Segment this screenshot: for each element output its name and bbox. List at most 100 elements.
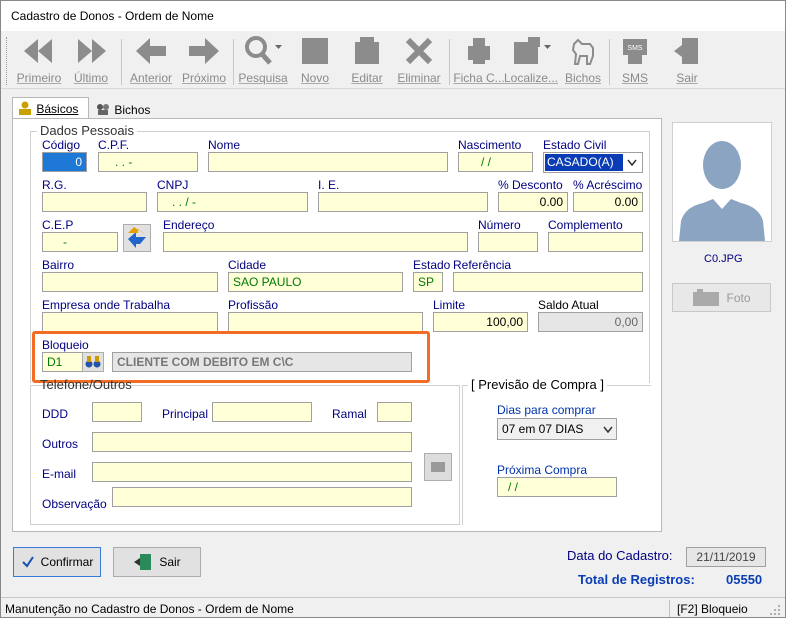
exit-form-button[interactable]: Sair: [113, 547, 201, 577]
exit-button[interactable]: Sair: [659, 33, 715, 89]
dog-icon: [571, 38, 594, 65]
estado-field[interactable]: SP: [413, 272, 443, 292]
delete-x-icon: [405, 37, 433, 65]
estado-civil-select[interactable]: CASADO(A): [543, 152, 643, 173]
outros-field[interactable]: [92, 432, 412, 452]
numero-field[interactable]: [478, 232, 538, 252]
previous-record-button[interactable]: Anterior: [123, 33, 179, 89]
empresa-field[interactable]: [42, 312, 218, 332]
svg-text:SMS: SMS: [627, 45, 643, 52]
ramal-field[interactable]: [377, 402, 412, 422]
acrescimo-field[interactable]: 0.00: [573, 192, 643, 212]
total-registros-value: 05550: [726, 572, 763, 587]
referencia-field[interactable]: [453, 272, 643, 292]
ddd-field[interactable]: [92, 402, 142, 422]
window-title: Cadastro de Donos - Ordem de Nome: [11, 9, 214, 23]
complemento-field[interactable]: [548, 232, 643, 252]
rg-label: R.G.: [42, 178, 67, 192]
profissao-field[interactable]: [228, 312, 423, 332]
toolbar-separator: [449, 39, 450, 85]
cidade-field[interactable]: SAO PAULO: [228, 272, 403, 292]
arrow-left-icon: [136, 38, 166, 64]
data-cadastro-label: Data do Cadastro:: [567, 548, 673, 563]
user-icon: [19, 101, 31, 115]
dias-value: 07 em 07 DIAS: [502, 422, 584, 436]
saldo-field: 0,00: [538, 312, 643, 332]
email-label: E-mail: [42, 467, 77, 481]
ddd-label: DDD: [42, 407, 68, 421]
exit-door-icon: [674, 38, 698, 64]
tab-basicos[interactable]: Básicos: [12, 97, 89, 119]
first-icon: [24, 39, 52, 63]
dias-select[interactable]: 07 em 07 DIAS: [497, 418, 617, 440]
photo-button[interactable]: Foto: [672, 283, 771, 312]
proxima-compra-field[interactable]: / /: [497, 477, 617, 497]
toolbar-separator: [233, 39, 234, 85]
cnpj-field[interactable]: . . / -: [157, 192, 308, 212]
outros-label: Outros: [42, 437, 79, 451]
nascimento-label: Nascimento: [458, 138, 522, 152]
cep-lookup-button[interactable]: [123, 224, 151, 252]
new-record-button[interactable]: Novo: [287, 33, 343, 89]
next-record-button[interactable]: Próximo: [176, 33, 232, 89]
cnpj-label: CNPJ: [157, 178, 189, 192]
locate-icon: [514, 37, 551, 64]
exit-door-icon: [134, 554, 152, 570]
endereco-label: Endereço: [163, 218, 215, 232]
delete-record-button[interactable]: Eliminar: [391, 33, 447, 89]
previsao-title: [ Previsão de Compra ]: [468, 377, 607, 392]
rg-field[interactable]: [42, 192, 147, 212]
pet-icon: [97, 104, 109, 115]
limite-field[interactable]: 100,00: [433, 312, 528, 332]
estado-label: Estado: [413, 258, 451, 272]
cpf-field[interactable]: . . -: [98, 152, 198, 172]
edit-record-button[interactable]: Editar: [339, 33, 395, 89]
photo-frame: [672, 122, 772, 242]
bairro-label: Bairro: [42, 258, 75, 272]
data-cadastro-field: 21/11/2019: [686, 547, 766, 567]
nascimento-field[interactable]: / /: [458, 152, 533, 172]
proxima-compra-label: Próxima Compra: [497, 463, 588, 477]
toolbar: Primeiro Último Anterior Próximo Pesquis…: [1, 31, 785, 89]
pets-button[interactable]: Bichos: [555, 33, 611, 89]
toolbar-separator: [121, 39, 122, 85]
last-icon: [78, 39, 106, 63]
title-bar: Cadastro de Donos - Ordem de Nome: [1, 1, 785, 31]
resize-grip-icon[interactable]: [769, 604, 781, 616]
first-record-button[interactable]: Primeiro: [11, 33, 67, 89]
nome-label: Nome: [208, 138, 241, 152]
codigo-field[interactable]: 0: [42, 152, 87, 172]
status-divider: [669, 600, 670, 617]
status-bar: Manutenção no Cadastro de Donos - Ordem …: [1, 597, 785, 617]
total-registros-label: Total de Registros:: [578, 572, 695, 587]
principal-field[interactable]: [212, 402, 312, 422]
ie-field[interactable]: [318, 192, 488, 212]
sms-button[interactable]: SMS SMS: [607, 33, 663, 89]
nome-field[interactable]: [208, 152, 448, 172]
email-send-button[interactable]: [424, 453, 452, 481]
cpf-label: C.P.F.: [98, 138, 130, 152]
endereco-field[interactable]: [163, 232, 468, 252]
chevron-down-icon: [603, 426, 613, 434]
new-icon: [302, 38, 328, 64]
codigo-label: Código: [42, 138, 81, 152]
numero-label: Número: [478, 218, 521, 232]
desconto-field[interactable]: 0.00: [498, 192, 568, 212]
observacao-field[interactable]: [112, 487, 412, 507]
bloqueio-highlight: [32, 331, 430, 383]
last-record-button[interactable]: Último: [63, 33, 119, 89]
cep-field[interactable]: -: [42, 232, 118, 252]
bairro-field[interactable]: [42, 272, 218, 292]
search-button[interactable]: Pesquisa: [235, 33, 291, 89]
magnifier-icon: [245, 36, 282, 65]
main-window: Cadastro de Donos - Ordem de Nome Primei…: [0, 0, 786, 618]
localize-button[interactable]: Localize...: [503, 33, 559, 89]
telefone-title: Telefone/Outros: [40, 377, 132, 392]
avatar-placeholder-icon: [679, 141, 765, 241]
ficha-button[interactable]: Ficha C...: [451, 33, 507, 89]
estado-civil-value: CASADO(A): [545, 154, 623, 171]
confirm-button[interactable]: Confirmar: [13, 547, 101, 577]
envelope-icon: [431, 462, 445, 472]
email-field[interactable]: [92, 462, 412, 482]
arrows-icon: [128, 227, 146, 248]
